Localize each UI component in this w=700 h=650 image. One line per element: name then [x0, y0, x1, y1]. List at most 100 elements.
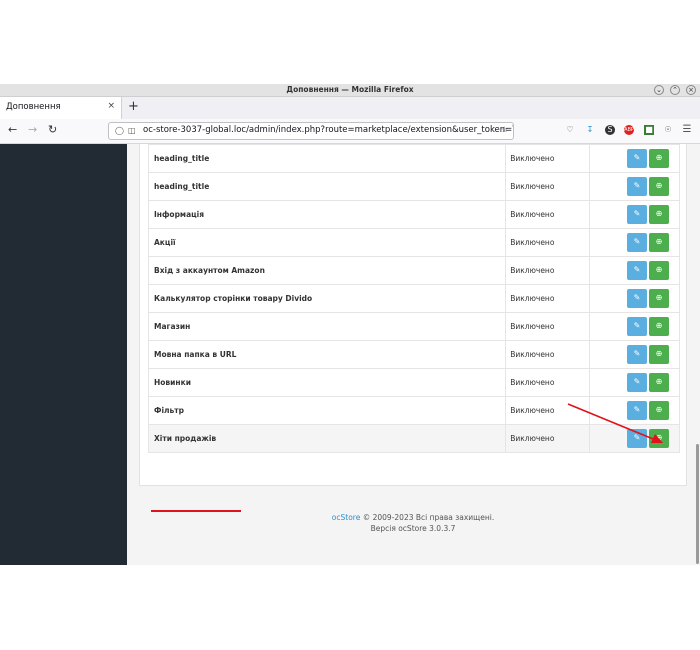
plus-circle-icon: ⊕	[655, 181, 663, 190]
install-button[interactable]: ⊕	[649, 205, 669, 224]
extension-actions: ✎ ⊕	[589, 340, 680, 369]
extension-name: Калькулятор сторінки товару Divido	[147, 284, 507, 313]
extension-status: Виключено	[505, 228, 591, 257]
extension-icon[interactable]: S	[605, 125, 615, 135]
edit-button[interactable]: ✎	[627, 345, 647, 364]
table-row: Мовна папка в URL Виключено ✎ ⊕	[147, 340, 680, 369]
edit-button[interactable]: ✎	[627, 177, 647, 196]
install-button[interactable]: ⊕	[649, 317, 669, 336]
table-row: Акції Виключено ✎ ⊕	[147, 228, 680, 257]
extension-status: Виключено	[505, 256, 591, 285]
install-button[interactable]: ⊕	[649, 373, 669, 392]
globe-icon[interactable]: ☉	[663, 125, 673, 135]
annotation-underline	[151, 510, 241, 512]
extension-actions: ✎ ⊕	[589, 200, 680, 229]
table-row: Вхід з аккаунтом Amazon Виключено ✎ ⊕	[147, 256, 680, 285]
edit-button[interactable]: ✎	[627, 205, 647, 224]
pencil-icon: ✎	[633, 181, 641, 190]
downloads-icon[interactable]: ↧	[585, 125, 595, 135]
pencil-icon: ✎	[633, 153, 641, 162]
pencil-icon: ✎	[633, 209, 641, 218]
abp-icon[interactable]: ABP	[624, 125, 634, 135]
extension-status: Виключено	[505, 284, 591, 313]
minimize-icon[interactable]: ⌄	[654, 85, 664, 95]
install-button[interactable]: ⊕	[649, 289, 669, 308]
close-window-icon[interactable]: ×	[686, 85, 696, 95]
extension-status: Виключено	[505, 340, 591, 369]
install-button[interactable]: ⊕	[649, 261, 669, 280]
extension-name: Магазин	[147, 312, 507, 341]
table-row: Інформація Виключено ✎ ⊕	[147, 200, 680, 229]
close-tab-icon[interactable]: ×	[107, 101, 115, 111]
edit-button[interactable]: ✎	[627, 233, 647, 252]
title-bar: Доповнення — Mozilla Firefox ⌄ ⌃ ×	[0, 84, 700, 97]
page-scrollbar[interactable]	[696, 444, 699, 564]
plus-circle-icon: ⊕	[655, 237, 663, 246]
maximize-icon[interactable]: ⌃	[670, 85, 680, 95]
edit-button[interactable]: ✎	[627, 289, 647, 308]
install-button[interactable]: ⊕	[649, 233, 669, 252]
extension-name: Фільтр	[147, 396, 507, 425]
tab-extensions[interactable]: Доповнення ×	[0, 97, 122, 119]
page-footer: ocStore © 2009-2023 Всі права захищені. …	[139, 512, 687, 534]
extension-status: Виключено	[505, 312, 591, 341]
window-title: Доповнення — Mozilla Firefox	[286, 85, 414, 94]
admin-page: heading_title Виключено ✎ ⊕ heading_title Вик…	[0, 144, 700, 565]
forward-icon[interactable]: →	[28, 123, 37, 136]
tab-strip: Доповнення × +	[0, 97, 700, 119]
extension-status: Виключено	[505, 144, 591, 173]
edit-button[interactable]: ✎	[627, 261, 647, 280]
plus-circle-icon: ⊕	[655, 265, 663, 274]
lock-icon[interactable]: ◫	[128, 126, 136, 135]
extension-name: heading_title	[147, 144, 507, 173]
extension-actions: ✎ ⊕	[589, 172, 680, 201]
install-button[interactable]: ⊕	[649, 345, 669, 364]
pencil-icon: ✎	[633, 321, 641, 330]
extension-actions: ✎ ⊕	[589, 228, 680, 257]
menu-icon[interactable]: ☰	[682, 125, 692, 135]
pencil-icon: ✎	[633, 349, 641, 358]
pencil-icon: ✎	[633, 237, 641, 246]
bookmark-star-icon[interactable]: ☆	[501, 125, 508, 134]
plus-circle-icon: ⊕	[655, 349, 663, 358]
pencil-icon: ✎	[633, 293, 641, 302]
extension-name: heading_title	[147, 172, 507, 201]
reload-icon[interactable]: ↻	[48, 123, 57, 136]
extension-name: Акції	[147, 228, 507, 257]
footer-copyright: © 2009-2023 Всі права захищені.	[362, 513, 495, 522]
address-bar[interactable]: ◯ ◫ oc-store-3037-global.loc/admin/index…	[108, 122, 514, 140]
extension-name: Інформація	[147, 200, 507, 229]
extension-name: Мовна папка в URL	[147, 340, 507, 369]
back-icon[interactable]: ←	[8, 123, 17, 136]
install-button[interactable]: ⊕	[649, 177, 669, 196]
admin-sidebar	[0, 144, 127, 565]
plus-circle-icon: ⊕	[655, 377, 663, 386]
table-row: Магазин Виключено ✎ ⊕	[147, 312, 680, 341]
footer-brand-link[interactable]: ocStore	[332, 513, 361, 522]
shield-icon[interactable]: ◯	[115, 126, 124, 135]
navigation-bar: ← → ↻ ◯ ◫ oc-store-3037-global.loc/admin…	[0, 119, 700, 144]
extension-actions: ✎ ⊕	[589, 284, 680, 313]
plus-circle-icon: ⊕	[655, 293, 663, 302]
extension-actions: ✎ ⊕	[589, 144, 680, 173]
install-button[interactable]: ⊕	[649, 149, 669, 168]
url-text[interactable]: oc-store-3037-global.loc/admin/index.php…	[143, 125, 513, 135]
edit-button[interactable]: ✎	[627, 317, 647, 336]
pocket-icon[interactable]: ♡	[565, 125, 575, 135]
table-row: Калькулятор сторінки товару Divido Виключ…	[147, 284, 680, 313]
edit-button[interactable]: ✎	[627, 373, 647, 392]
plus-circle-icon: ⊕	[655, 209, 663, 218]
edit-button[interactable]: ✎	[627, 149, 647, 168]
table-row: heading_title Виключено ✎ ⊕	[147, 172, 680, 201]
extension-icon[interactable]: ■	[644, 125, 654, 135]
browser-window: Доповнення — Mozilla Firefox ⌄ ⌃ × Допов…	[0, 84, 700, 565]
annotation-arrow	[567, 403, 663, 443]
plus-circle-icon: ⊕	[655, 153, 663, 162]
extension-status: Виключено	[505, 368, 591, 397]
plus-circle-icon: ⊕	[655, 321, 663, 330]
new-tab-button[interactable]: +	[128, 99, 139, 114]
extension-name: Новинки	[147, 368, 507, 397]
extension-name: Хіти продажів	[147, 424, 507, 453]
extension-status: Виключено	[505, 172, 591, 201]
footer-version: Версія ocStore 3.0.3.7	[370, 524, 456, 533]
